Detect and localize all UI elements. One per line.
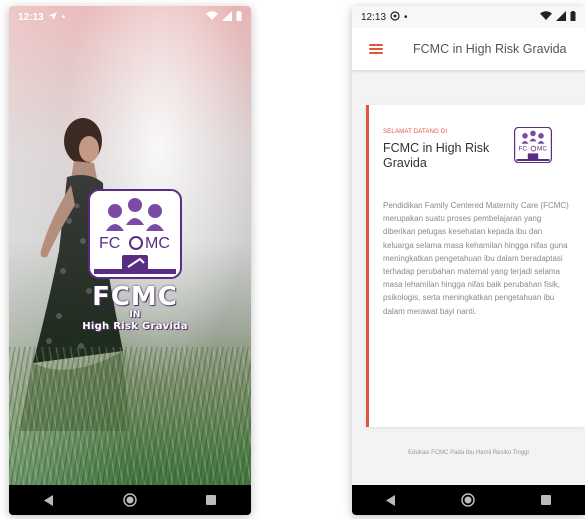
- recents-icon[interactable]: [536, 490, 556, 510]
- footer-text: Edukasi FCMC Pada Ibu Hamil Resiko Tingg…: [408, 450, 529, 456]
- battery-icon: [570, 10, 576, 24]
- home-icon[interactable]: [458, 490, 478, 510]
- status-time: 12:13: [18, 11, 44, 23]
- nav-bar: [352, 485, 585, 515]
- splash-screen: 12:13 • FC MC FCMC IN High Risk Gravida: [9, 6, 251, 515]
- recents-icon[interactable]: [201, 490, 221, 510]
- grass-field: [9, 347, 251, 487]
- status-bar: 12:13 •: [9, 6, 251, 28]
- status-time: 12:13: [361, 11, 387, 23]
- logo-text-left: FC: [99, 235, 120, 252]
- card-description: Pendidikan Family Centered Maternity Car…: [383, 201, 569, 316]
- back-icon[interactable]: [381, 490, 401, 510]
- app-bar: FCMC in High Risk Gravida: [352, 28, 585, 70]
- fcmc-logo: FC MC: [88, 189, 182, 279]
- battery-icon: [236, 10, 242, 24]
- logo-text-right: MC: [145, 235, 170, 252]
- fcmc-logo: FC MC: [514, 127, 552, 163]
- status-bar: 12:13 •: [352, 6, 585, 28]
- dot-icon: •: [61, 11, 66, 23]
- app-screen: 12:13 • FCMC in High Risk Gravida SELAMA…: [352, 6, 585, 515]
- nav-bar: [9, 485, 251, 515]
- dot-icon: •: [404, 11, 408, 23]
- brand-title: FCMC: [92, 282, 178, 312]
- navigation-icon: [48, 11, 58, 24]
- wifi-icon: [206, 10, 218, 24]
- signal-icon: [222, 10, 232, 24]
- welcome-card: SELAMAT DATANG DI FCMC in High Risk Grav…: [366, 105, 585, 427]
- main-content: SELAMAT DATANG DI FCMC in High Risk Grav…: [352, 70, 585, 485]
- card-title: FCMC in High Risk Gravida: [383, 141, 490, 170]
- app-title: FCMC in High Risk Gravida: [413, 42, 567, 56]
- menu-icon[interactable]: [369, 44, 383, 54]
- logo-text-right: MC: [537, 146, 547, 153]
- whatsapp-icon: [390, 10, 400, 24]
- back-icon[interactable]: [39, 490, 59, 510]
- home-icon[interactable]: [120, 490, 140, 510]
- splash-brand: FCMC IN High Risk Gravida: [71, 284, 199, 333]
- welcome-label: SELAMAT DATANG DI: [383, 129, 448, 135]
- logo-text-left: FC: [519, 146, 528, 153]
- signal-icon: [556, 10, 566, 24]
- brand-in: IN: [129, 310, 141, 320]
- brand-subtitle: High Risk Gravida: [82, 321, 188, 332]
- wifi-icon: [540, 10, 552, 24]
